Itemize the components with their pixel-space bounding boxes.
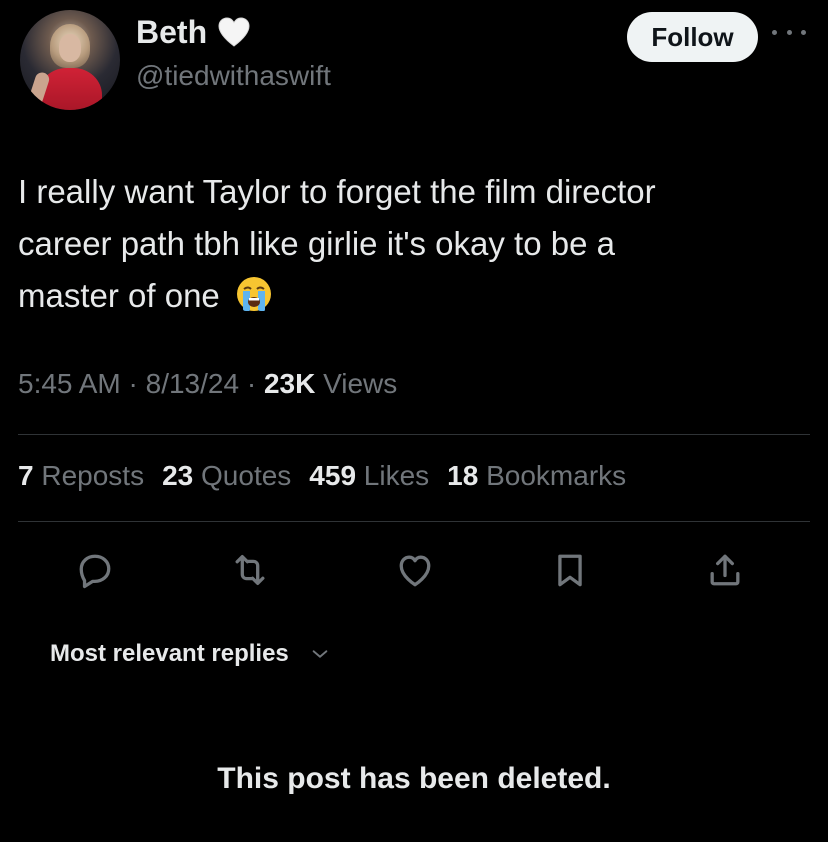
reply-button[interactable] xyxy=(70,545,120,595)
author-handle[interactable]: @tiedwithaswift xyxy=(136,60,331,92)
author-name[interactable]: Beth xyxy=(136,14,207,51)
stat-count: 23 xyxy=(162,460,194,491)
avatar-face xyxy=(59,34,81,62)
views-count[interactable]: 23K xyxy=(264,368,315,399)
divider xyxy=(18,521,810,522)
avatar[interactable] xyxy=(20,10,120,110)
tweet-date[interactable]: 8/13/24 xyxy=(146,368,239,399)
more-dot xyxy=(801,29,806,35)
divider xyxy=(18,434,810,435)
stat-count: 7 xyxy=(18,460,34,491)
stat-likes[interactable]: 459 Likes xyxy=(309,460,429,492)
share-icon xyxy=(710,554,740,586)
stat-bookmarks[interactable]: 18 Bookmarks xyxy=(447,460,626,492)
tweet-line: master of one xyxy=(18,277,220,314)
loudly-crying-face-icon xyxy=(236,277,271,311)
follow-button[interactable]: Follow xyxy=(627,12,758,62)
tweet-line-last: master of one xyxy=(18,270,808,322)
stat-label: Bookmarks xyxy=(486,460,627,491)
bookmark-icon xyxy=(558,554,582,587)
stat-reposts[interactable]: 7 Reposts xyxy=(18,460,144,492)
tweet-time[interactable]: 5:45 AM xyxy=(18,368,121,399)
repost-icon xyxy=(235,554,265,586)
engagement-stats: 7 Reposts 23 Quotes 459 Likes 18 Bookmar… xyxy=(18,460,626,492)
chevron-down-icon xyxy=(312,650,328,658)
stat-label: Likes xyxy=(363,460,430,491)
share-button[interactable] xyxy=(700,545,750,595)
tweet-text: I really want Taylor to forget the film … xyxy=(18,166,808,322)
repost-button[interactable] xyxy=(225,545,275,595)
meta-separator: · xyxy=(128,368,146,399)
replies-sort-dropdown[interactable]: Most relevant replies xyxy=(50,640,331,668)
more-dot xyxy=(786,29,792,35)
bookmark-button[interactable] xyxy=(545,545,595,595)
stat-count: 18 xyxy=(447,460,479,491)
like-icon xyxy=(399,555,431,587)
replies-sort-label: Most relevant replies xyxy=(50,640,289,667)
action-bar xyxy=(70,545,760,595)
stat-quotes[interactable]: 23 Quotes xyxy=(162,460,291,492)
author-name-row[interactable]: Beth xyxy=(136,14,251,51)
meta-separator: · xyxy=(246,368,264,399)
stat-label: Quotes xyxy=(201,460,292,491)
reply-icon xyxy=(79,554,111,589)
tweet-line: I really want Taylor to forget the film … xyxy=(18,173,656,210)
more-dot xyxy=(772,29,777,35)
stat-count: 459 xyxy=(309,460,357,491)
tweet-meta: 5:45 AM · 8/13/24 · 23K Views xyxy=(18,368,397,400)
views-label: Views xyxy=(323,368,398,399)
like-button[interactable] xyxy=(390,545,440,595)
stat-label: Reposts xyxy=(41,460,145,491)
white-heart-icon xyxy=(218,16,250,47)
deleted-post-notice: This post has been deleted. xyxy=(217,762,611,795)
tweet-line: career path tbh like girlie it's okay to… xyxy=(18,225,615,262)
more-options-icon[interactable] xyxy=(772,22,806,42)
